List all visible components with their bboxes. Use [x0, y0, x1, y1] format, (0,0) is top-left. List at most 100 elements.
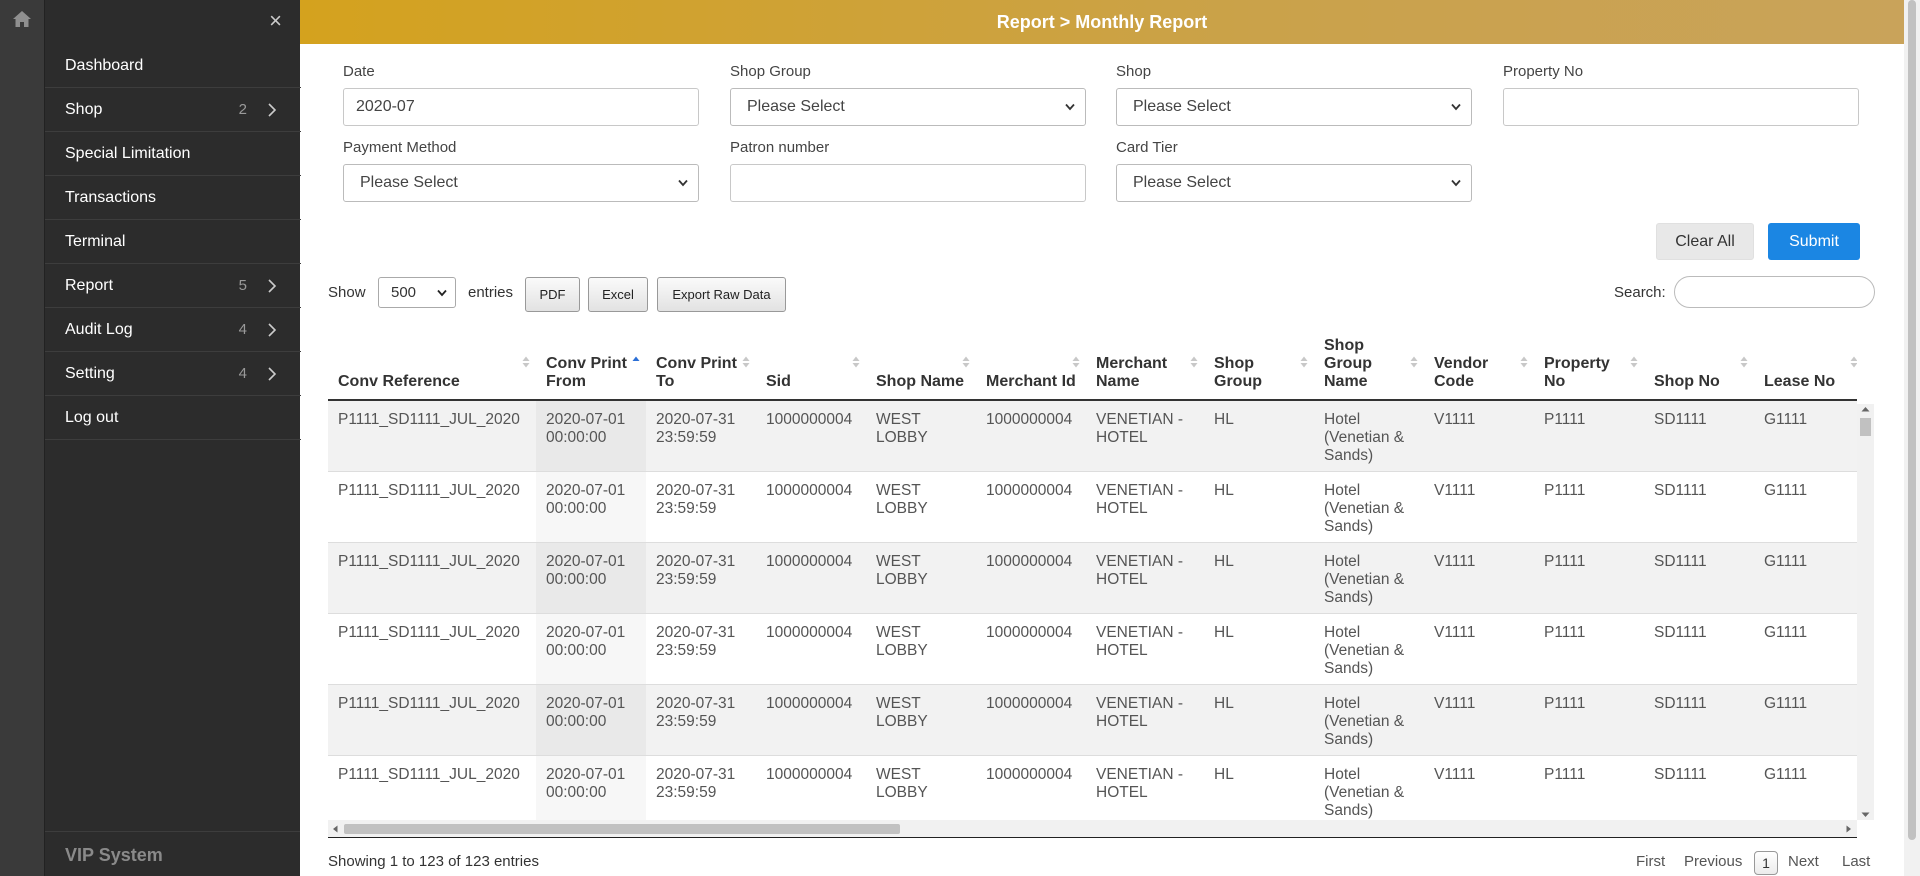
chevron-down-icon: [678, 179, 688, 187]
sidebar-item-shop[interactable]: Shop 2: [45, 88, 301, 132]
sort-icon[interactable]: [1072, 355, 1080, 369]
sort-icon[interactable]: [1190, 355, 1198, 369]
sort-icon[interactable]: [1630, 355, 1638, 369]
column-header[interactable]: Merchant Name: [1086, 326, 1204, 401]
scroll-right-icon[interactable]: [1846, 825, 1852, 833]
search-input[interactable]: [1674, 276, 1875, 308]
sidebar-item-terminal[interactable]: Terminal: [45, 220, 301, 264]
table-cell: G1111: [1754, 684, 1857, 756]
scroll-up-icon[interactable]: [1861, 406, 1870, 412]
sort-icon[interactable]: [852, 355, 860, 369]
sidebar-item-log-out[interactable]: Log out: [45, 396, 301, 440]
export-raw-data-button[interactable]: Export Raw Data: [657, 277, 786, 312]
table-row[interactable]: P1111_SD1111_JUL_2020 2020-07-01 00:00:00…: [328, 542, 1857, 614]
pagination-current-page[interactable]: 1: [1754, 851, 1778, 875]
table-cell: HL: [1204, 542, 1314, 614]
column-header[interactable]: Sid: [756, 326, 866, 401]
scrollbar-thumb[interactable]: [1908, 0, 1916, 840]
scrollbar-thumb[interactable]: [1860, 418, 1871, 436]
sidebar-item-special-limitation[interactable]: Special Limitation: [45, 132, 301, 176]
show-label: Show: [328, 284, 366, 301]
property-no-input[interactable]: [1503, 88, 1859, 126]
table-cell: Hotel (Venetian & Sands): [1314, 542, 1424, 614]
table-cell: 1000000004: [756, 542, 866, 614]
table-horizontal-scrollbar[interactable]: [328, 820, 1857, 837]
table-row[interactable]: P1111_SD1111_JUL_2020 2020-07-01 00:00:00…: [328, 471, 1857, 543]
column-header[interactable]: Shop Group Name: [1314, 326, 1424, 401]
column-header[interactable]: Vendor Code: [1424, 326, 1534, 401]
table-cell: 1000000004: [756, 471, 866, 543]
sort-icon[interactable]: [1520, 355, 1528, 369]
table-cell: SD1111: [1644, 471, 1754, 543]
sidebar-item-report[interactable]: Report 5: [45, 264, 301, 308]
column-header[interactable]: Conv Reference: [328, 326, 536, 401]
column-header[interactable]: Shop Group: [1204, 326, 1314, 401]
column-header[interactable]: Conv Print To: [646, 326, 756, 401]
column-header[interactable]: Lease No: [1754, 326, 1857, 401]
table-cell: 2020-07-01 00:00:00: [536, 400, 646, 472]
pagination-last[interactable]: Last: [1842, 853, 1870, 870]
table-cell: Hotel (Venetian & Sands): [1314, 471, 1424, 543]
sidebar-item-label: Log out: [65, 408, 119, 426]
table-cell: Hotel (Venetian & Sands): [1314, 755, 1424, 827]
column-header[interactable]: Property No: [1534, 326, 1644, 401]
sort-icon[interactable]: [632, 355, 640, 369]
entries-select[interactable]: 500: [378, 277, 456, 308]
sort-icon[interactable]: [522, 355, 530, 369]
sort-icon[interactable]: [742, 355, 750, 369]
column-header[interactable]: Shop Name: [866, 326, 976, 401]
sort-icon[interactable]: [1850, 355, 1857, 369]
sidebar-item-dashboard[interactable]: Dashboard: [45, 44, 301, 88]
table-cell: 2020-07-31 23:59:59: [646, 471, 756, 543]
column-header-label: Conv Print From: [546, 355, 627, 390]
column-header[interactable]: Conv Print From: [536, 326, 646, 401]
shop-group-select[interactable]: Please Select: [730, 88, 1086, 126]
table-row[interactable]: P1111_SD1111_JUL_2020 2020-07-01 00:00:00…: [328, 613, 1857, 685]
table-cell: 2020-07-31 23:59:59: [646, 400, 756, 472]
sidebar-item-setting[interactable]: Setting 4: [45, 352, 301, 396]
column-header[interactable]: Shop No: [1644, 326, 1754, 401]
sort-icon[interactable]: [1410, 355, 1418, 369]
table-cell: SD1111: [1644, 613, 1754, 685]
column-header-label: Lease No: [1764, 373, 1836, 390]
column-header-label: Conv Reference: [338, 373, 460, 390]
clear-all-button[interactable]: Clear All: [1656, 223, 1754, 260]
table-cell: P1111: [1534, 471, 1644, 543]
card-tier-select[interactable]: Please Select: [1116, 164, 1472, 202]
table-cell: SD1111: [1644, 400, 1754, 472]
date-input[interactable]: 2020-07: [343, 88, 699, 126]
scroll-left-icon[interactable]: [332, 825, 338, 833]
sidebar-item-transactions[interactable]: Transactions: [45, 176, 301, 220]
scrollbar-thumb[interactable]: [344, 824, 900, 834]
excel-button[interactable]: Excel: [588, 277, 648, 312]
table-row[interactable]: P1111_SD1111_JUL_2020 2020-07-01 00:00:00…: [328, 755, 1857, 827]
payment-method-select[interactable]: Please Select: [343, 164, 699, 202]
table-cell: WEST LOBBY: [866, 755, 976, 827]
icon-rail: [0, 0, 44, 876]
sort-icon[interactable]: [1300, 355, 1308, 369]
column-header[interactable]: Merchant Id: [976, 326, 1086, 401]
table-cell: 2020-07-31 23:59:59: [646, 755, 756, 827]
pdf-button[interactable]: PDF: [525, 277, 580, 312]
home-icon[interactable]: [12, 10, 32, 28]
shop-select[interactable]: Please Select: [1116, 88, 1472, 126]
chevron-down-icon: [1451, 179, 1461, 187]
pagination-first[interactable]: First: [1636, 853, 1665, 870]
sidebar-item-audit-log[interactable]: Audit Log 4: [45, 308, 301, 352]
sort-icon[interactable]: [962, 355, 970, 369]
scroll-down-icon[interactable]: [1861, 812, 1870, 818]
sort-icon[interactable]: [1740, 355, 1748, 369]
pagination-next[interactable]: Next: [1788, 853, 1819, 870]
table-cell: VENETIAN - HOTEL: [1086, 755, 1204, 827]
submit-button[interactable]: Submit: [1768, 223, 1860, 260]
table-cell: SD1111: [1644, 542, 1754, 614]
close-icon[interactable]: ×: [269, 10, 282, 32]
table-vertical-scrollbar[interactable]: [1857, 404, 1874, 820]
table-cell: V1111: [1424, 755, 1534, 827]
table-row[interactable]: P1111_SD1111_JUL_2020 2020-07-01 00:00:00…: [328, 400, 1857, 472]
table-row[interactable]: P1111_SD1111_JUL_2020 2020-07-01 00:00:00…: [328, 684, 1857, 756]
patron-number-input[interactable]: [730, 164, 1086, 202]
table-cell: P1111: [1534, 613, 1644, 685]
page-scrollbar[interactable]: [1904, 0, 1920, 876]
pagination-previous[interactable]: Previous: [1684, 853, 1742, 870]
